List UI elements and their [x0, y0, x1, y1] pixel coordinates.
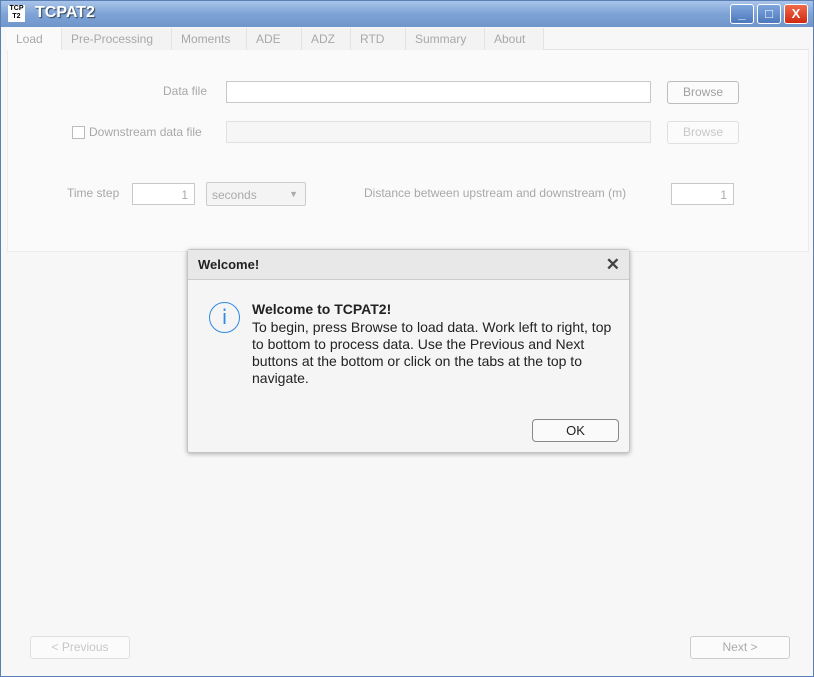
welcome-dialog: Welcome! ✕ i Welcome to TCPAT2! To begin…	[187, 249, 630, 453]
minimize-button[interactable]: _	[730, 4, 754, 24]
close-button[interactable]: X	[784, 4, 808, 24]
app-logo: TCP T2	[8, 5, 25, 22]
time-step-input[interactable]: 1	[132, 183, 195, 205]
previous-button[interactable]: < Previous	[30, 636, 130, 659]
distance-input[interactable]: 1	[671, 183, 734, 205]
window-title: TCPAT2	[35, 4, 95, 21]
next-button[interactable]: Next >	[690, 636, 790, 659]
data-file-label: Data file	[163, 84, 208, 98]
tab-adz[interactable]: ADZ	[302, 28, 351, 50]
time-unit-value: seconds	[212, 188, 257, 202]
time-step-label: Time step	[67, 186, 120, 200]
downstream-checkbox[interactable]	[72, 126, 85, 139]
downstream-file-input[interactable]	[226, 121, 651, 143]
maximize-button[interactable]: □	[757, 4, 781, 24]
tab-about[interactable]: About	[485, 28, 544, 50]
app-window: TCP T2 TCPAT2 _ □ X Load Pre-Processing M…	[0, 0, 814, 677]
tab-moments[interactable]: Moments	[172, 28, 247, 50]
tab-bar: Load Pre-Processing Moments ADE ADZ RTD …	[7, 28, 809, 51]
dialog-message: To begin, press Browse to load data. Wor…	[252, 319, 612, 386]
data-file-input[interactable]	[226, 81, 651, 103]
tab-rtd[interactable]: RTD	[351, 28, 406, 50]
tab-summary[interactable]: Summary	[406, 28, 485, 50]
downstream-label: Downstream data file	[89, 125, 202, 139]
dialog-title: Welcome!	[188, 250, 629, 280]
downstream-browse-button[interactable]: Browse	[667, 121, 739, 144]
info-icon: i	[209, 302, 240, 333]
tab-pre-processing[interactable]: Pre-Processing	[62, 28, 172, 50]
time-unit-select[interactable]: seconds ▼	[206, 182, 306, 206]
dialog-heading: Welcome to TCPAT2!	[252, 301, 392, 317]
chevron-down-icon: ▼	[289, 189, 298, 199]
browse-button[interactable]: Browse	[667, 81, 739, 104]
ok-button[interactable]: OK	[532, 419, 619, 442]
tab-load[interactable]: Load	[7, 28, 62, 51]
title-bar: TCP T2 TCPAT2 _ □ X	[1, 1, 813, 27]
tab-ade[interactable]: ADE	[247, 28, 302, 50]
distance-label: Distance between upstream and downstream…	[364, 186, 627, 200]
dialog-close-icon[interactable]: ✕	[606, 255, 620, 275]
